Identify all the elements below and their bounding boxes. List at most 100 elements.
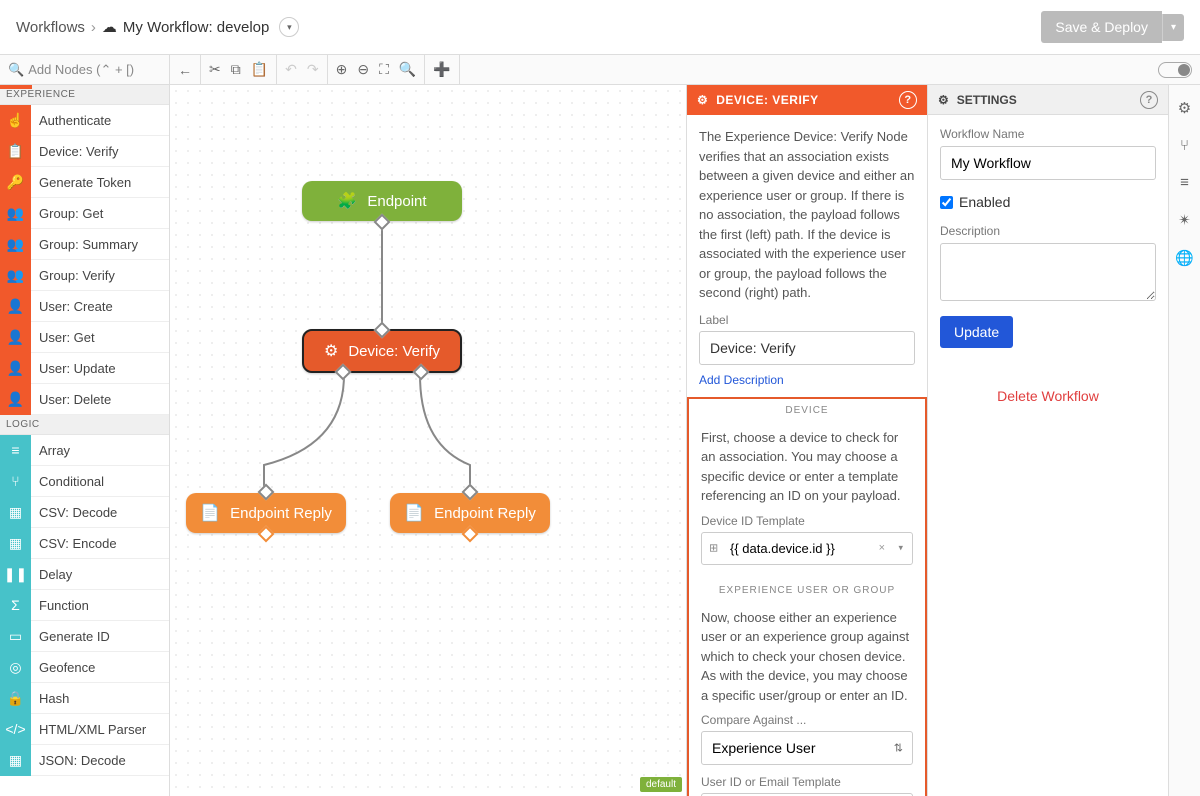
breadcrumb-sep: › <box>91 19 96 36</box>
palette-item[interactable]: ▦CSV: Decode <box>0 497 169 528</box>
database-icon[interactable]: ≡ <box>1180 174 1189 191</box>
palette-item[interactable]: ▭Generate ID <box>0 621 169 652</box>
zoom-in-icon[interactable]: ⊕ <box>336 61 348 78</box>
redo-icon[interactable]: ↷ <box>307 61 319 78</box>
node-panel-header: ⚙ DEVICE: VERIFY ? <box>687 85 927 115</box>
enabled-checkbox[interactable]: Enabled <box>940 194 1156 210</box>
category-logic: LOGIC <box>0 415 169 435</box>
enabled-checkbox-input[interactable] <box>940 196 953 209</box>
palette-item-label: User: Update <box>31 361 116 376</box>
port-out-left[interactable] <box>335 364 352 381</box>
palette-item[interactable]: ⑂Conditional <box>0 466 169 497</box>
palette-item-label: Generate ID <box>31 629 110 644</box>
node-type-icon: ⚙ <box>697 93 708 107</box>
palette-item-label: User: Get <box>31 330 95 345</box>
node-device-verify[interactable]: ⚙ Device: Verify <box>302 329 462 373</box>
palette-item-label: Conditional <box>31 474 104 489</box>
palette-item[interactable]: ❚❚Delay <box>0 559 169 590</box>
palette-item-icon: 📋 <box>0 136 31 167</box>
port-in[interactable] <box>374 322 391 339</box>
toggle[interactable] <box>1158 62 1192 78</box>
port-out-right[interactable] <box>413 364 430 381</box>
paste-icon[interactable]: 📋 <box>251 61 268 78</box>
palette-item-label: Group: Verify <box>31 268 115 283</box>
palette-item[interactable]: 👤User: Get <box>0 322 169 353</box>
template-icon: ⊞ <box>709 542 718 555</box>
breadcrumb-root[interactable]: Workflows <box>16 19 85 36</box>
palette-item[interactable]: ▦JSON: Decode <box>0 745 169 776</box>
back-icon[interactable]: ← <box>178 62 192 78</box>
branch-icon[interactable]: ⑂ <box>1180 137 1189 154</box>
palette-item[interactable]: ▦CSV: Encode <box>0 528 169 559</box>
add-description-link[interactable]: Add Description <box>699 373 784 387</box>
bug-icon[interactable]: ✴ <box>1178 211 1191 229</box>
port-in[interactable] <box>258 484 275 501</box>
save-deploy-button[interactable]: Save & Deploy <box>1041 11 1162 43</box>
palette-item[interactable]: 👥Group: Verify <box>0 260 169 291</box>
workflow-canvas[interactable]: 🧩 Endpoint ⚙ Device: Verify 📄 Endpoint R… <box>170 85 686 796</box>
clear-icon[interactable]: × <box>879 542 885 554</box>
cloud-icon: ☁ <box>102 18 117 36</box>
palette-item[interactable]: 🔑Generate Token <box>0 167 169 198</box>
port-out[interactable] <box>462 526 479 543</box>
copy-icon[interactable]: ⧉ <box>231 61 241 78</box>
palette-item-label: Device: Verify <box>31 144 118 159</box>
undo-icon[interactable]: ↶ <box>285 61 297 78</box>
settings-title: SETTINGS <box>957 93 1017 107</box>
dropdown-icon[interactable]: ▾ <box>898 543 903 554</box>
palette-item-label: CSV: Decode <box>31 505 117 520</box>
add-icon[interactable]: ➕ <box>433 61 450 78</box>
workflow-name-input[interactable] <box>940 146 1156 180</box>
palette-item[interactable]: ΣFunction <box>0 590 169 621</box>
palette-item[interactable]: 📋Device: Verify <box>0 136 169 167</box>
palette-item-label: Hash <box>31 691 69 706</box>
save-deploy-dropdown[interactable]: ▾ <box>1162 14 1184 41</box>
section-device-header: DEVICE <box>701 399 913 422</box>
globe-icon[interactable]: 🌐 <box>1175 249 1194 267</box>
port-out[interactable] <box>258 526 275 543</box>
description-textarea[interactable] <box>940 243 1156 301</box>
user-id-label: User ID or Email Template <box>701 775 913 789</box>
palette-item-label: JSON: Decode <box>31 753 126 768</box>
palette-item[interactable]: ≡Array <box>0 435 169 466</box>
port-in[interactable] <box>462 484 479 501</box>
palette-item[interactable]: 👤User: Update <box>0 353 169 384</box>
device-id-label: Device ID Template <box>701 514 913 528</box>
palette-item-icon: ☝ <box>0 105 31 136</box>
help-icon[interactable]: ? <box>899 91 917 109</box>
help-icon[interactable]: ? <box>1140 91 1158 109</box>
node-endpoint-reply-left[interactable]: 📄 Endpoint Reply <box>186 493 346 533</box>
version-dropdown[interactable]: ▾ <box>279 17 299 37</box>
port-out[interactable] <box>374 214 391 231</box>
breadcrumb: Workflows › ☁ My Workflow: develop ▾ <box>16 17 299 37</box>
palette-item[interactable]: </>HTML/XML Parser <box>0 714 169 745</box>
update-button[interactable]: Update <box>940 316 1013 348</box>
palette-item-icon: ⑂ <box>0 466 31 497</box>
node-label: Endpoint <box>367 193 426 210</box>
palette-item-label: Function <box>31 598 89 613</box>
zoom-out-icon[interactable]: ⊖ <box>357 61 369 78</box>
palette-item[interactable]: 👤User: Create <box>0 291 169 322</box>
compare-select[interactable]: Experience User <box>701 731 913 765</box>
fit-icon[interactable]: ⛶ <box>379 61 389 78</box>
palette-item[interactable]: 👤User: Delete <box>0 384 169 415</box>
palette-item-icon: ▭ <box>0 621 31 652</box>
palette-item[interactable]: ☝Authenticate <box>0 105 169 136</box>
cut-icon[interactable]: ✂ <box>209 61 221 78</box>
label-input[interactable] <box>699 331 915 365</box>
palette-item[interactable]: 👥Group: Summary <box>0 229 169 260</box>
add-nodes-search[interactable]: 🔍 Add Nodes (⌃ + [) <box>0 55 170 84</box>
palette-item[interactable]: 👥Group: Get <box>0 198 169 229</box>
device-help-text: First, choose a device to check for an a… <box>701 428 913 506</box>
delete-workflow-link[interactable]: Delete Workflow <box>940 388 1156 404</box>
zoom-reset-icon[interactable]: 🔍 <box>399 61 416 78</box>
palette-item-label: Group: Summary <box>31 237 138 252</box>
add-nodes-placeholder: Add Nodes (⌃ + [) <box>28 62 134 78</box>
gear-icon[interactable]: ⚙ <box>1178 99 1191 117</box>
palette-item[interactable]: 🔒Hash <box>0 683 169 714</box>
label-label: Label <box>699 313 915 327</box>
node-endpoint[interactable]: 🧩 Endpoint <box>302 181 462 221</box>
node-description: The Experience Device: Verify Node verif… <box>699 127 915 303</box>
node-endpoint-reply-right[interactable]: 📄 Endpoint Reply <box>390 493 550 533</box>
palette-item[interactable]: ◎Geofence <box>0 652 169 683</box>
